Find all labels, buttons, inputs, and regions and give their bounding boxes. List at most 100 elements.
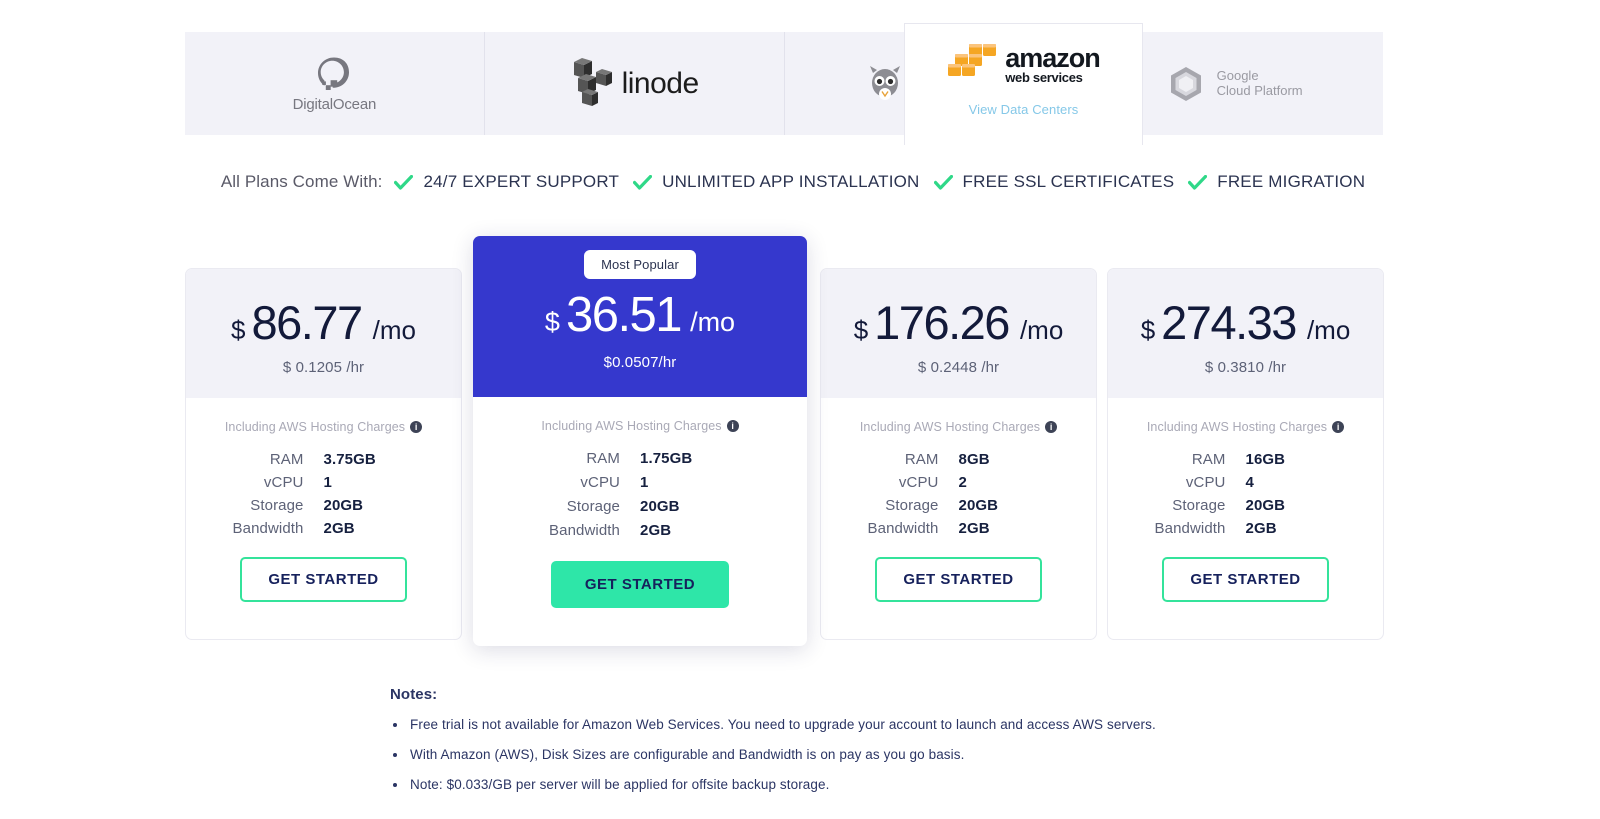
card-header: $ 274.33 /mo $ 0.3810 /hr xyxy=(1108,269,1383,398)
spec-value: 1 xyxy=(640,474,649,491)
including-charges-label: Including AWS Hosting Charges xyxy=(224,420,406,434)
spec-value: 1 xyxy=(323,474,332,491)
price-period: /mo xyxy=(1306,315,1351,345)
spec-row: Storage 20GB xyxy=(821,497,1096,514)
feature-item: UNLIMITED APP INSTALLATION xyxy=(633,172,919,192)
spec-value: 20GB xyxy=(640,498,680,515)
feature-label: 24/7 EXPERT SUPPORT xyxy=(423,172,620,191)
provider-tab-aws[interactable]: amazon web services View Data Centers xyxy=(904,23,1143,145)
notes-list: Free trial is not available for Amazon W… xyxy=(390,717,1290,792)
pricing-card: $ 86.77 /mo $ 0.1205 /hr Including AWS H… xyxy=(185,268,462,640)
pricing-cards: $ 86.77 /mo $ 0.1205 /hr Including AWS H… xyxy=(0,236,1600,646)
provider-tab-label: amazon xyxy=(1005,43,1101,73)
including-charges-note: Including AWS Hosting Charges i xyxy=(1146,420,1345,434)
price-amount: 36.51 xyxy=(565,288,683,342)
aws-boxes-icon xyxy=(948,44,997,76)
spec-label: vCPU xyxy=(1185,474,1226,491)
linode-logo-icon xyxy=(573,57,612,106)
spec-list: RAM 8GB vCPU 2 Storage 20GB Bandwidth 2G… xyxy=(821,451,1096,543)
pricing-card: $ 176.26 /mo $ 0.2448 /hr Including AWS … xyxy=(820,268,1097,640)
price-currency: $ xyxy=(544,307,560,337)
notes-title: Notes: xyxy=(390,686,438,703)
spec-value: 2GB xyxy=(323,520,355,537)
card-header: $ 176.26 /mo $ 0.2448 /hr xyxy=(821,269,1096,398)
info-icon[interactable]: i xyxy=(1045,421,1058,433)
get-started-button[interactable]: GET STARTED xyxy=(240,557,407,602)
price-hourly: $ 0.2448 /hr xyxy=(917,359,1000,376)
spec-row: vCPU 1 xyxy=(186,474,461,491)
note-item: With Amazon (AWS), Disk Sizes are config… xyxy=(390,747,1290,762)
note-item: Free trial is not available for Amazon W… xyxy=(390,717,1290,732)
spec-list: RAM 1.75GB vCPU 1 Storage 20GB Bandwidth… xyxy=(473,450,807,546)
provider-tab-label: Google xyxy=(1216,67,1259,83)
price-hourly: $ 0.1205 /hr xyxy=(282,359,365,376)
provider-tab-linode[interactable]: linode xyxy=(484,32,785,135)
info-icon[interactable]: i xyxy=(1332,421,1345,433)
spec-value: 8GB xyxy=(958,451,990,468)
price-currency: $ xyxy=(853,315,869,345)
including-charges-label: Including AWS Hosting Charges xyxy=(1146,420,1328,434)
spec-label: vCPU xyxy=(580,474,620,491)
spec-row: RAM 1.75GB xyxy=(473,450,807,467)
spec-label: vCPU xyxy=(898,474,939,491)
card-body: Including AWS Hosting Charges i RAM 3.75… xyxy=(186,398,461,639)
spec-label: Storage xyxy=(1172,497,1226,514)
view-data-centers-link[interactable]: View Data Centers xyxy=(969,102,1079,117)
spec-label: RAM xyxy=(586,450,620,467)
provider-tab-sublabel: Cloud Platform xyxy=(1216,82,1303,98)
get-started-button[interactable]: GET STARTED xyxy=(550,561,730,608)
spec-row: Bandwidth 2GB xyxy=(473,522,807,539)
price-row: $ 274.33 /mo xyxy=(1108,295,1383,350)
spec-label: vCPU xyxy=(263,474,304,491)
spec-label: Storage xyxy=(566,498,620,515)
spec-value: 2GB xyxy=(640,522,672,539)
spec-row: vCPU 1 xyxy=(473,474,807,491)
price-period: /mo xyxy=(372,315,416,345)
spec-value: 20GB xyxy=(958,497,999,514)
spec-label: Storage xyxy=(250,497,304,514)
provider-tab-label: linode xyxy=(621,66,700,100)
notes-section: Notes: Free trial is not available for A… xyxy=(390,686,1290,807)
card-body: Including AWS Hosting Charges i RAM 1.75… xyxy=(473,397,807,646)
spec-value: 16GB xyxy=(1245,451,1286,468)
price-period: /mo xyxy=(1019,315,1064,345)
spec-row: RAM 8GB xyxy=(821,451,1096,468)
get-started-button[interactable]: GET STARTED xyxy=(875,557,1042,602)
spec-row: Storage 20GB xyxy=(1108,497,1383,514)
info-icon[interactable]: i xyxy=(726,420,739,432)
check-icon xyxy=(933,174,953,190)
card-header: $ 86.77 /mo $ 0.1205 /hr xyxy=(186,269,461,398)
get-started-button[interactable]: GET STARTED xyxy=(1162,557,1329,602)
spec-row: vCPU 2 xyxy=(821,474,1096,491)
feature-item: 24/7 EXPERT SUPPORT xyxy=(394,172,619,192)
including-charges-note: Including AWS Hosting Charges i xyxy=(224,420,423,434)
spec-value: 20GB xyxy=(1245,497,1286,514)
pricing-card: $ 274.33 /mo $ 0.3810 /hr Including AWS … xyxy=(1107,268,1384,640)
spec-label: RAM xyxy=(269,451,304,468)
price-amount: 274.33 xyxy=(1161,296,1297,349)
including-charges-note: Including AWS Hosting Charges i xyxy=(541,419,739,433)
spec-label: Storage xyxy=(885,497,939,514)
check-icon xyxy=(394,174,414,190)
note-item: Note: $0.033/GB per server will be appli… xyxy=(390,777,1290,792)
spec-row: Bandwidth 2GB xyxy=(821,520,1096,537)
spec-row: Bandwidth 2GB xyxy=(186,520,461,537)
pricing-page: DigitalOcean linode amazon web services … xyxy=(0,0,1600,819)
provider-tab-digitalocean[interactable]: DigitalOcean xyxy=(185,32,485,135)
google-cloud-logo-icon xyxy=(1170,66,1201,101)
card-body: Including AWS Hosting Charges i RAM 16GB… xyxy=(1108,398,1383,639)
provider-tab-bar: DigitalOcean linode amazon web services … xyxy=(185,23,1383,145)
spec-row: Bandwidth 2GB xyxy=(1108,520,1383,537)
feature-item: FREE MIGRATION xyxy=(1188,172,1365,192)
spec-label: RAM xyxy=(1191,451,1226,468)
price-currency: $ xyxy=(1140,315,1156,345)
spec-value: 2GB xyxy=(1245,520,1277,537)
including-charges-label: Including AWS Hosting Charges xyxy=(859,420,1041,434)
spec-row: RAM 16GB xyxy=(1108,451,1383,468)
including-charges-label: Including AWS Hosting Charges xyxy=(541,419,722,433)
spec-label: Bandwidth xyxy=(1154,520,1226,537)
price-row: $ 176.26 /mo xyxy=(821,295,1096,350)
price-currency: $ xyxy=(231,315,246,345)
info-icon[interactable]: i xyxy=(410,421,423,433)
spec-row: Storage 20GB xyxy=(473,498,807,515)
